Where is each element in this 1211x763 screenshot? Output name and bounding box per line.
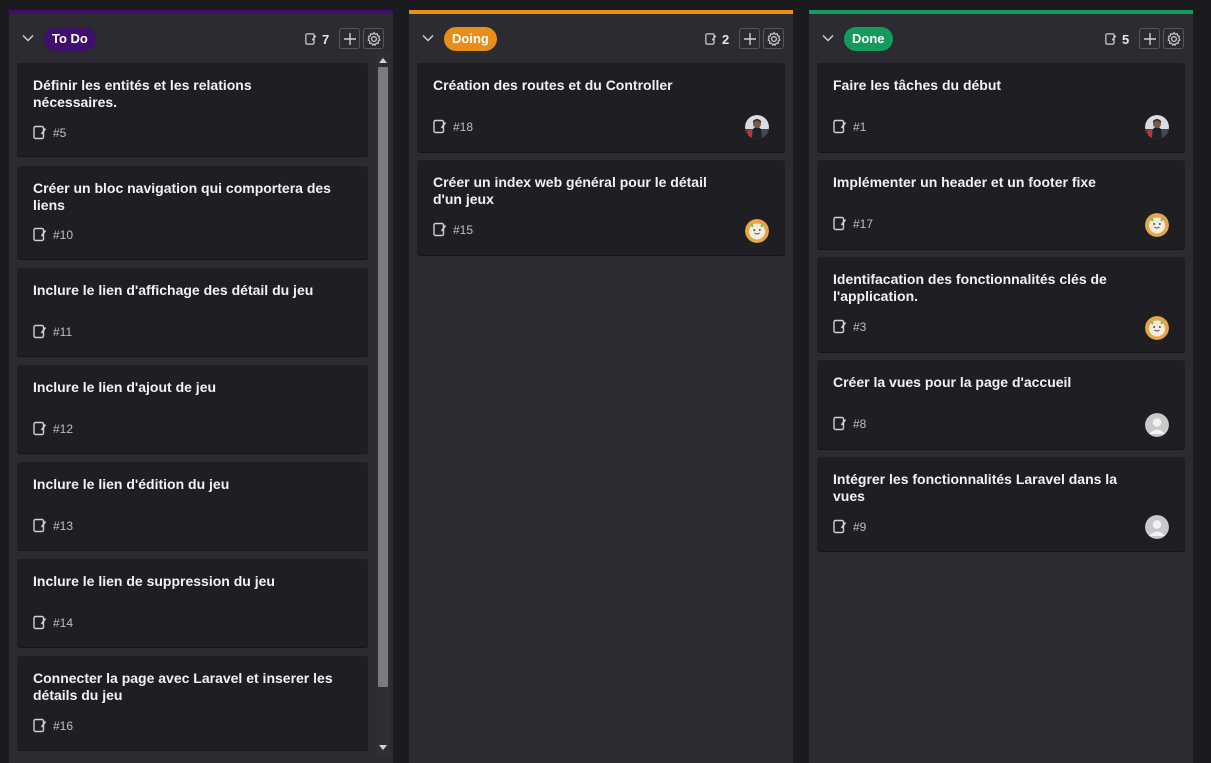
card[interactable]: Implémenter un header et un footer fixe … <box>817 160 1185 249</box>
issue-icon <box>33 615 47 630</box>
assignee-avatar[interactable] <box>1145 115 1169 139</box>
card[interactable]: Connecter la page avec Laravel et insere… <box>17 656 368 750</box>
card-title: Inclure le lien d'édition du jeu <box>33 476 230 492</box>
card-title: Inclure le lien d'affichage des détail d… <box>33 282 314 298</box>
issue-number[interactable]: #1 <box>853 120 866 134</box>
column-doing: Doing 2 Création des routes et du Contro… <box>409 10 793 763</box>
card[interactable]: Faire les tâches du début #1 <box>817 63 1185 152</box>
card-title: Inclure le lien d'ajout de jeu <box>33 379 217 395</box>
scroll-up-arrow-icon[interactable] <box>379 57 387 63</box>
issue-number[interactable]: #14 <box>53 616 73 630</box>
card[interactable]: Créer la vues pour la page d'accueil #8 <box>817 360 1185 449</box>
column-header: Done 5 <box>809 14 1193 60</box>
gear-icon <box>1166 31 1182 47</box>
assignee-avatar[interactable] <box>745 115 769 139</box>
issue-icon <box>33 227 47 242</box>
scrollbar-thumb[interactable] <box>378 67 388 687</box>
card[interactable]: Création des routes et du Controller #18 <box>417 63 785 152</box>
issue-icon <box>833 319 847 334</box>
column-settings-button[interactable] <box>763 28 784 49</box>
chevron-down-icon[interactable] <box>21 31 35 45</box>
assignee-avatar[interactable] <box>1145 213 1169 237</box>
issue-icon <box>833 416 847 431</box>
card[interactable]: Créer un bloc navigation qui comportera … <box>17 166 368 259</box>
add-item-button[interactable] <box>739 28 760 49</box>
card[interactable]: Créer un index web général pour le détai… <box>417 160 785 255</box>
card[interactable]: Définir les entités et les relations néc… <box>17 63 368 156</box>
column-label-pill: To Do <box>44 27 96 51</box>
issue-number[interactable]: #13 <box>53 519 73 533</box>
issue-icon <box>33 421 47 436</box>
card-title: Créer un index web général pour le détai… <box>433 174 707 207</box>
add-item-button[interactable] <box>339 28 360 49</box>
card[interactable]: Inclure le lien d'édition du jeu #13 <box>17 462 368 550</box>
column-settings-button[interactable] <box>363 28 384 49</box>
card[interactable]: Intégrer les fonctionnalités Laravel dan… <box>817 457 1185 551</box>
issue-count-icon <box>705 32 717 46</box>
assignee-avatar[interactable] <box>745 219 769 243</box>
plus-icon <box>742 31 758 47</box>
gear-icon <box>366 31 382 47</box>
assignee-avatar[interactable] <box>1145 316 1169 340</box>
column-header: To Do 7 <box>9 14 393 60</box>
issue-number[interactable]: #9 <box>853 520 866 534</box>
chevron-down-icon[interactable] <box>421 31 435 45</box>
issue-icon <box>33 718 47 733</box>
card-title: Faire les tâches du début <box>833 77 1002 93</box>
card-title: Création des routes et du Controller <box>433 77 673 93</box>
column-settings-button[interactable] <box>1163 28 1184 49</box>
card-title: Connecter la page avec Laravel et insere… <box>33 670 333 703</box>
issue-count: 2 <box>722 32 730 47</box>
issue-count: 5 <box>1122 32 1130 47</box>
issue-count-icon <box>1105 32 1117 46</box>
column-label-pill: Doing <box>444 27 497 51</box>
column-todo: To Do 7 Définir les entités et les relat… <box>9 10 393 763</box>
issue-number[interactable]: #18 <box>453 120 473 134</box>
issue-icon <box>33 324 47 339</box>
add-item-button[interactable] <box>1139 28 1160 49</box>
column-label-pill: Done <box>844 27 893 51</box>
gear-icon <box>766 31 782 47</box>
card-title: Définir les entités et les relations néc… <box>33 77 252 110</box>
plus-icon <box>1142 31 1158 47</box>
column-header: Doing 2 <box>409 14 793 60</box>
card[interactable]: Inclure le lien d'ajout de jeu #12 <box>17 365 368 453</box>
issue-count: 7 <box>322 32 330 47</box>
card-title: Inclure le lien de suppression du jeu <box>33 573 275 589</box>
issue-number[interactable]: #16 <box>53 719 73 733</box>
issue-icon <box>433 119 447 134</box>
column-scrollbar[interactable] <box>376 53 390 757</box>
issue-number[interactable]: #17 <box>853 217 873 231</box>
assignee-avatar[interactable] <box>1145 515 1169 539</box>
issue-icon <box>833 119 847 134</box>
issue-number[interactable]: #3 <box>853 320 866 334</box>
plus-icon <box>342 31 358 47</box>
card[interactable]: Inclure le lien de suppression du jeu #1… <box>17 559 368 647</box>
column-done: Done 5 Faire les tâches du début #1 Impl… <box>809 10 1193 763</box>
card[interactable]: Inclure le lien d'affichage des détail d… <box>17 268 368 356</box>
issue-number[interactable]: #10 <box>53 228 73 242</box>
issue-icon <box>33 125 47 140</box>
scroll-down-arrow-icon[interactable] <box>379 745 387 751</box>
issue-count-icon <box>305 32 317 46</box>
issue-number[interactable]: #11 <box>53 325 72 339</box>
issue-number[interactable]: #15 <box>453 223 473 237</box>
issue-number[interactable]: #8 <box>853 417 866 431</box>
issue-icon <box>33 518 47 533</box>
assignee-avatar[interactable] <box>1145 413 1169 437</box>
card-title: Créer un bloc navigation qui comportera … <box>33 180 331 213</box>
issue-icon <box>433 222 447 237</box>
issue-number[interactable]: #12 <box>53 422 73 436</box>
card[interactable]: Identifacation des fonctionnalités clés … <box>817 257 1185 352</box>
issue-icon <box>833 216 847 231</box>
chevron-down-icon[interactable] <box>821 31 835 45</box>
issue-icon <box>833 519 847 534</box>
card-title: Créer la vues pour la page d'accueil <box>833 374 1072 390</box>
card-title: Implémenter un header et un footer fixe <box>833 174 1096 190</box>
card-title: Identifacation des fonctionnalités clés … <box>833 271 1107 304</box>
card-title: Intégrer les fonctionnalités Laravel dan… <box>833 471 1117 504</box>
issue-number[interactable]: #5 <box>53 126 66 140</box>
